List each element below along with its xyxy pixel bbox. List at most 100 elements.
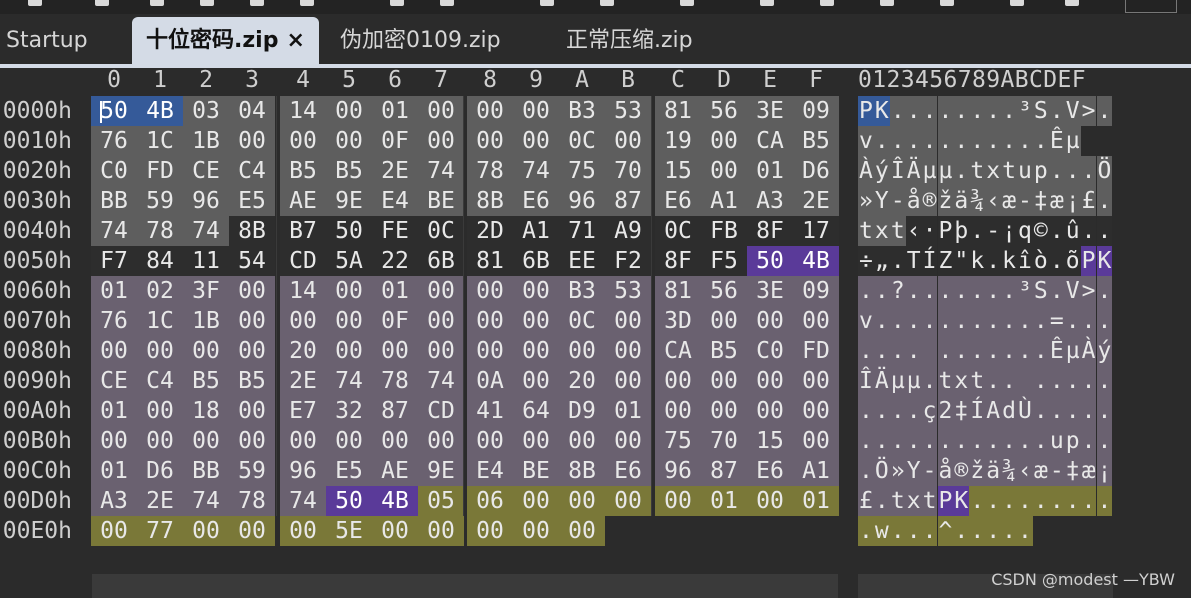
ascii-char[interactable]: . (905, 126, 922, 156)
ascii-char[interactable]: . (858, 336, 874, 366)
hex-byte[interactable]: 00 (701, 396, 747, 426)
ascii-char[interactable]: . (921, 426, 938, 456)
hex-byte[interactable]: 71 (559, 216, 605, 246)
hex-byte[interactable]: E5 (229, 186, 275, 216)
hex-byte[interactable]: 00 (701, 306, 747, 336)
hex-byte[interactable]: 00 (701, 366, 747, 396)
hex-byte[interactable]: A9 (605, 216, 651, 246)
ascii-char[interactable]: > (1080, 96, 1097, 126)
ascii-char[interactable]: ÷ (858, 246, 874, 276)
ascii-char[interactable]: . (985, 516, 1002, 546)
ascii-char[interactable]: . (1032, 306, 1049, 336)
hex-byte[interactable]: D6 (793, 156, 839, 186)
ascii-char[interactable]: ä (953, 186, 970, 216)
hex-byte[interactable]: CA (747, 126, 793, 156)
ascii-char[interactable]: . (953, 426, 970, 456)
hex-byte[interactable]: 20 (280, 336, 326, 366)
hex-byte[interactable]: 00 (605, 486, 651, 516)
hex-byte[interactable]: 8B (467, 186, 513, 216)
ascii-char[interactable]: - (889, 186, 906, 216)
hex-byte[interactable]: 6B (513, 246, 559, 276)
ascii-char[interactable]: . (858, 516, 874, 546)
hex-byte[interactable]: 00 (513, 366, 559, 396)
hex-byte[interactable]: 00 (559, 516, 605, 546)
hex-byte[interactable]: B5 (326, 156, 372, 186)
hex-byte[interactable]: 50 (326, 216, 372, 246)
hex-byte[interactable]: 00 (91, 426, 137, 456)
ascii-char[interactable]: . (1064, 366, 1081, 396)
ascii-char[interactable]: . (905, 96, 922, 126)
ascii-char[interactable]: . (953, 96, 970, 126)
ascii-char[interactable]: . (1017, 426, 1033, 456)
hex-byte[interactable]: 3D (655, 306, 701, 336)
hex-byte[interactable]: 00 (467, 336, 513, 366)
hex-byte[interactable]: AE (280, 186, 326, 216)
hex-byte[interactable]: B5 (280, 156, 326, 186)
hex-byte[interactable]: 56 (701, 276, 747, 306)
ascii-char[interactable]: ý (873, 156, 890, 186)
ascii-char[interactable]: . (905, 336, 922, 366)
ascii-char[interactable]: K (1096, 246, 1113, 276)
ascii-char[interactable]: u (1048, 426, 1065, 456)
hex-byte[interactable]: B5 (701, 336, 747, 366)
toolbar-icon[interactable] (95, 0, 109, 6)
hex-byte[interactable]: 00 (229, 126, 275, 156)
ascii-char[interactable]: . (873, 306, 890, 336)
hex-byte[interactable]: 74 (280, 486, 326, 516)
hex-byte[interactable]: 02 (137, 276, 183, 306)
hex-byte[interactable]: AE (372, 456, 418, 486)
hex-byte[interactable]: BB (91, 186, 137, 216)
tab-file-2[interactable]: 伪加密0109.zip (340, 17, 501, 64)
ascii-char[interactable]: . (1001, 336, 1017, 366)
toolbar-icon[interactable] (1065, 0, 1079, 6)
ascii-char[interactable]: p (1032, 156, 1049, 186)
ascii-char[interactable]: ž (937, 186, 954, 216)
ascii-char[interactable]: t (921, 486, 938, 516)
hex-byte[interactable]: 01 (91, 456, 137, 486)
hex-byte[interactable]: 5E (326, 516, 372, 546)
ascii-char[interactable]: - (985, 216, 1002, 246)
ascii-char[interactable]: . (921, 276, 938, 306)
hex-byte[interactable]: 00 (747, 366, 793, 396)
ascii-char[interactable]: . (953, 156, 970, 186)
hex-byte[interactable]: 01 (747, 156, 793, 186)
ascii-char[interactable]: . (1017, 126, 1033, 156)
hex-byte[interactable]: B5 (229, 366, 275, 396)
hex-byte[interactable]: 87 (372, 396, 418, 426)
ascii-char[interactable]: £ (1080, 186, 1097, 216)
ascii-char[interactable]: Í (921, 246, 938, 276)
ascii-char[interactable]: P (937, 216, 954, 246)
ascii-char[interactable]: x (953, 366, 970, 396)
hex-byte[interactable]: E4 (372, 186, 418, 216)
ascii-char[interactable]: . (969, 486, 986, 516)
ascii-char[interactable]: å (937, 456, 954, 486)
toolbar-icon[interactable] (760, 0, 774, 6)
toolbar-icon[interactable] (600, 0, 614, 6)
ascii-char[interactable]: = (1048, 306, 1065, 336)
hex-byte[interactable]: A1 (793, 456, 839, 486)
hex-byte[interactable]: 87 (701, 456, 747, 486)
hex-byte[interactable]: 00 (513, 516, 559, 546)
ascii-char[interactable]: . (858, 276, 874, 306)
ascii-char[interactable]: S (1032, 96, 1049, 126)
ascii-char[interactable]: t (969, 156, 986, 186)
ascii-char[interactable]: > (1080, 276, 1097, 306)
ascii-char[interactable]: v (858, 306, 874, 336)
ascii-char[interactable]: V (1064, 96, 1081, 126)
toolbar-icon[interactable] (200, 0, 214, 6)
hex-byte[interactable]: 00 (229, 396, 275, 426)
ascii-char[interactable]: . (1064, 306, 1081, 336)
ascii-char[interactable]: . (921, 516, 938, 546)
hex-byte[interactable]: 00 (418, 426, 464, 456)
hex-byte[interactable]: 00 (655, 396, 701, 426)
hex-byte[interactable]: 00 (326, 336, 372, 366)
hex-byte[interactable]: 74 (418, 366, 464, 396)
hex-byte[interactable]: A1 (513, 216, 559, 246)
ascii-char[interactable]: . (1064, 486, 1081, 516)
ascii-char[interactable]: . (1017, 306, 1033, 336)
hex-byte[interactable]: 78 (137, 216, 183, 246)
ascii-char[interactable]: ¡ (1001, 216, 1017, 246)
hex-byte[interactable]: 50 (747, 246, 793, 276)
hex-byte[interactable]: 00 (372, 516, 418, 546)
ascii-char[interactable]: . (1096, 216, 1113, 246)
